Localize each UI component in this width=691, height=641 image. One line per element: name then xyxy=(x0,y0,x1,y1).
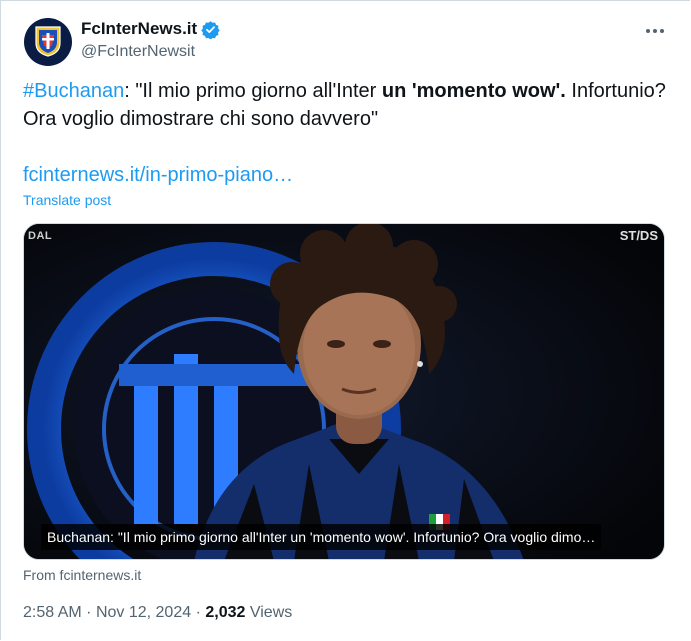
hashtag-link[interactable]: #Buchanan xyxy=(23,80,124,102)
verified-badge-icon[interactable] xyxy=(201,20,220,39)
author-handle[interactable]: @FcInterNewsit xyxy=(81,41,220,63)
tweet-card: FcInterNews.it @FcInterNewsit #Buchanan:… xyxy=(0,0,690,640)
club-crest-icon xyxy=(35,26,61,57)
meta-separator: · xyxy=(86,604,92,621)
meta-separator: · xyxy=(195,604,201,621)
tweet-text-part1: : "Il mio primo giorno all'Inter xyxy=(124,80,382,102)
more-dots-glyph xyxy=(646,29,664,33)
tweet-time[interactable]: 2:58 AM xyxy=(23,604,82,621)
avatar[interactable] xyxy=(24,18,72,66)
author-block: FcInterNews.it @FcInterNewsit xyxy=(81,18,220,63)
tweet-text: #Buchanan: "Il mio primo giorno all'Inte… xyxy=(23,77,673,133)
translate-post-button[interactable]: Translate post xyxy=(23,191,111,209)
tweet-meta: 2:58 AM · Nov 12, 2024 · 2,032 Views xyxy=(23,602,292,624)
video-frame-image xyxy=(24,224,664,559)
watermark-right: ST/DS xyxy=(619,228,658,243)
more-options-icon[interactable] xyxy=(643,21,667,41)
views-label: Views xyxy=(249,604,293,621)
tweet-date[interactable]: Nov 12, 2024 xyxy=(96,604,191,621)
media-caption: Buchanan: "Il mio primo giorno all'Inter… xyxy=(41,524,602,550)
media-card[interactable]: DAL ST/DS Buchanan: "Il mio primo giorno… xyxy=(23,223,665,560)
author-display-name[interactable]: FcInterNews.it xyxy=(81,18,197,40)
views-count[interactable]: 2,032 xyxy=(205,604,245,621)
tweet-text-bold: un 'momento wow'. xyxy=(381,80,566,102)
watermark-left: DAL xyxy=(28,230,53,242)
card-source[interactable]: From fcinternews.it xyxy=(23,566,141,584)
article-link[interactable]: fcinternews.it/in-primo-piano… xyxy=(23,161,293,189)
